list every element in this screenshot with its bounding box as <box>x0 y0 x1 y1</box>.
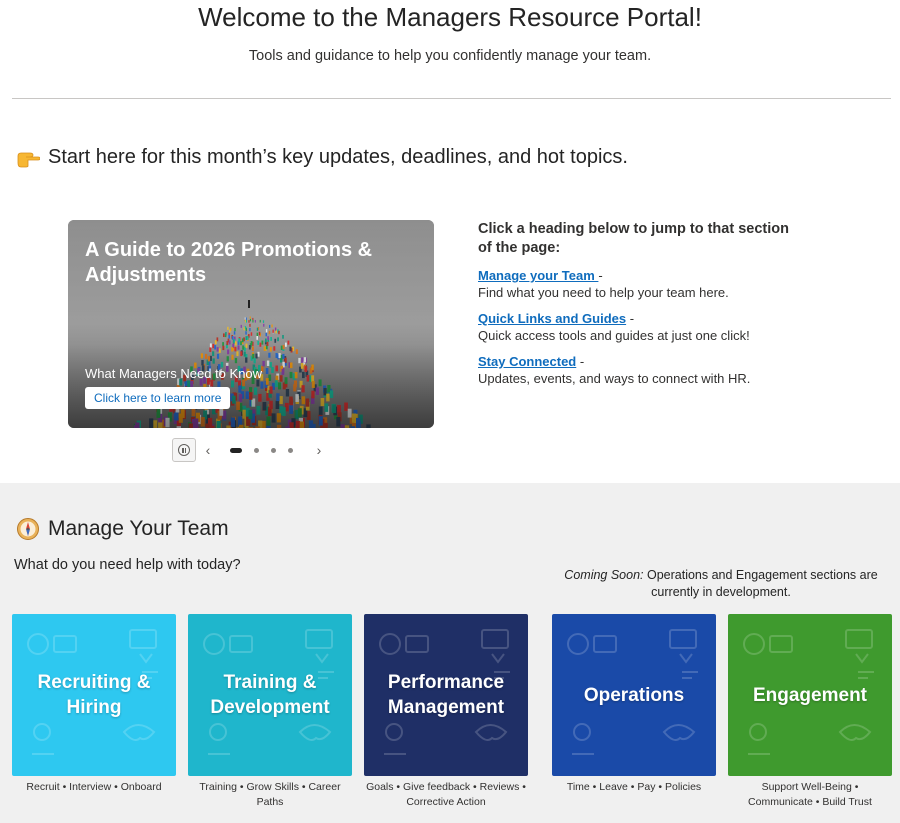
coming-soon-label: Coming Soon: <box>564 568 644 582</box>
jump-item: Manage your Team - Find what you need to… <box>478 268 729 300</box>
jump-links: Click a heading below to jump to that se… <box>478 220 798 387</box>
jump-desc: Updates, events, and ways to connect wit… <box>478 371 751 386</box>
slide-dot[interactable] <box>254 447 259 453</box>
compass-icon <box>16 517 40 541</box>
chevron-right-icon[interactable]: › <box>311 442 327 458</box>
tile-label: Recruiting & Hiring <box>37 672 151 718</box>
jump-desc: Find what you need to help your team her… <box>478 285 729 300</box>
header-divider <box>12 98 891 99</box>
jump-item: Stay Connected - Updates, events, and wa… <box>478 354 751 386</box>
tile-engagement[interactable]: Engagement <box>728 614 892 776</box>
manage-title: Manage Your Team <box>48 517 229 540</box>
link-manage-your-team[interactable]: Manage your Team <box>478 268 598 283</box>
tile-recruiting-hiring[interactable]: Recruiting & Hiring <box>12 614 176 776</box>
tile-label: Engagement <box>752 684 868 706</box>
jump-desc: Quick access tools and guides at just on… <box>478 328 750 343</box>
chevron-left-icon[interactable]: ‹ <box>200 442 216 458</box>
tile-performance-management[interactable]: Performance Management <box>364 614 528 776</box>
tile-caption: Time • Leave • Pay • Policies <box>566 781 702 793</box>
learn-more-button[interactable]: Click here to learn more <box>85 387 231 409</box>
start-here-text: Start here for this month’s key updates,… <box>48 146 628 168</box>
pointing-hand-icon <box>16 148 41 168</box>
slide-title: A Guide to 2026 Promotions & Adjustments <box>85 239 373 286</box>
tile-training-development[interactable]: Training & Development <box>188 614 352 776</box>
slide-indicators <box>230 447 305 453</box>
jump-item: Quick Links and Guides - Quick access to… <box>478 311 750 343</box>
link-stay-connected[interactable]: Stay Connected <box>478 354 576 369</box>
page-title: Welcome to the Managers Resource Portal! <box>198 2 702 32</box>
tile-label: Training & Development <box>210 672 330 718</box>
page-subtitle: Tools and guidance to help you confident… <box>248 48 652 64</box>
coming-soon-text: Operations and Engagement sections are c… <box>643 568 878 599</box>
tile-label: Operations <box>583 684 685 706</box>
tile-caption: Training • Grow Skills • Career Paths <box>199 781 341 808</box>
jump-intro: Click a heading below to jump to that se… <box>478 221 789 256</box>
coming-soon-note: Coming Soon: Operations and Engagement s… <box>552 567 890 601</box>
start-here-heading: Start here for this month’s key updates,… <box>16 146 628 169</box>
link-quick-links[interactable]: Quick Links and Guides <box>478 311 626 326</box>
pause-button[interactable] <box>172 438 196 462</box>
tile-operations[interactable]: Operations <box>552 614 716 776</box>
tile-caption: Recruit • Interview • Onboard <box>26 781 162 793</box>
slide-dot[interactable] <box>271 447 276 453</box>
carousel-controls: ‹ › <box>172 438 327 462</box>
manage-question: What do you need help with today? <box>14 557 241 573</box>
tile-caption: Goals • Give feedback • Reviews • Correc… <box>366 781 526 808</box>
pause-icon <box>178 444 190 456</box>
slide-subtitle: What Managers Need to Know <box>85 366 263 381</box>
tile-caption: Support Well-Being • Communicate • Build… <box>748 781 872 808</box>
tile-label: Performance Management <box>387 672 505 718</box>
slide-dot[interactable] <box>230 447 242 453</box>
promo-carousel[interactable]: A Guide to 2026 Promotions & Adjustments… <box>68 220 434 428</box>
manage-heading: Manage Your Team <box>16 517 229 541</box>
slide-dot[interactable] <box>288 447 293 453</box>
